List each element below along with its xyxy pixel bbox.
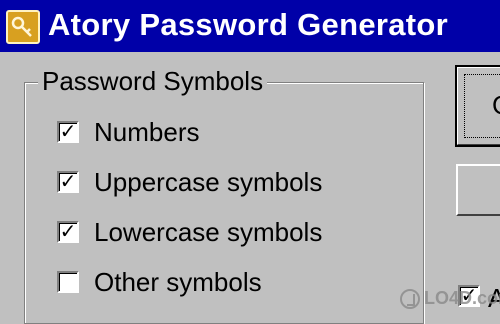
lowercase-checkbox[interactable]: ✓ bbox=[57, 221, 79, 243]
lowercase-label[interactable]: Lowercase symbols bbox=[94, 217, 322, 248]
other-symbols-label[interactable]: Other symbols bbox=[94, 267, 262, 298]
other-symbols-checkbox-row[interactable]: Other symbols bbox=[57, 267, 262, 297]
watermark: LO4D.com bbox=[400, 288, 500, 309]
group-legend: Password Symbols bbox=[38, 66, 268, 97]
uppercase-checkbox-row[interactable]: ✓ Uppercase symbols bbox=[57, 167, 322, 197]
key-icon[interactable] bbox=[6, 10, 40, 44]
generate-button-label: G bbox=[492, 90, 500, 121]
lowercase-checkbox-row[interactable]: ✓ Lowercase symbols bbox=[57, 217, 322, 247]
uppercase-label[interactable]: Uppercase symbols bbox=[94, 167, 322, 198]
lo4d-logo-icon bbox=[400, 288, 420, 309]
window-title: Atory Password Generator bbox=[48, 7, 448, 42]
title-bar[interactable]: Atory Password Generator bbox=[0, 0, 500, 52]
numbers-checkbox[interactable]: ✓ bbox=[57, 121, 79, 143]
other-symbols-checkbox[interactable] bbox=[57, 271, 79, 293]
numbers-label[interactable]: Numbers bbox=[94, 117, 199, 148]
uppercase-checkbox[interactable]: ✓ bbox=[57, 171, 79, 193]
numbers-checkbox-row[interactable]: ✓ Numbers bbox=[57, 117, 199, 147]
secondary-button[interactable] bbox=[456, 164, 500, 216]
watermark-text: LO4D.com bbox=[424, 288, 500, 308]
generate-button[interactable]: G bbox=[455, 65, 500, 147]
